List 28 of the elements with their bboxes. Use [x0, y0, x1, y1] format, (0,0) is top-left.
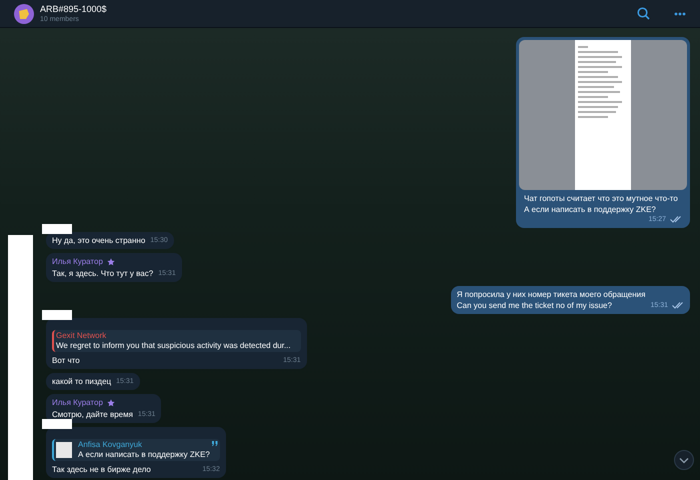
message-text: Вот что — [52, 355, 80, 366]
screenshot-image[interactable] — [519, 40, 687, 190]
message-text: Ну да, это очень странно — [52, 235, 146, 246]
scroll-down-icon[interactable] — [674, 450, 694, 470]
star-icon — [106, 258, 115, 266]
star-icon — [106, 399, 115, 407]
more-icon[interactable] — [674, 12, 686, 16]
group-avatar-icon[interactable] — [14, 4, 34, 24]
message-text: Can you send me the ticket no of my issue? — [456, 300, 613, 311]
sender-name: Илья Куратор — [52, 397, 103, 409]
reply-text: А если написать в поддержку ZKE? — [78, 450, 210, 460]
message-text: Чат гопоты считает что это мутное что-то — [524, 192, 679, 204]
message-text: Так здесь не в бирже дело — [52, 464, 151, 475]
sender-name: Илья Куратор — [52, 256, 103, 268]
reply-text: We regret to inform you that suspicious activity was detected dur... — [56, 341, 291, 351]
message-text: Так, я здесь. Что тут у вас? — [52, 268, 154, 279]
quote-icon — [212, 441, 218, 446]
reply-quote[interactable]: Anfisa Kovganyuk А если написать в поддержку ZKE? — [52, 439, 220, 461]
reply-author: Gexit Network — [56, 331, 108, 341]
reply-quote[interactable]: Gexit Network We regret to inform you that suspicious activity was detected dur... — [52, 330, 301, 352]
message-text: Смотрю, дайте время — [52, 409, 133, 420]
chat-title: ARB#895-1000$ — [40, 4, 107, 14]
message-text: Я попросила у них номер тикета моего обращения — [456, 289, 646, 300]
thumbnail-image — [56, 442, 72, 458]
reply-author: Anfisa Kovganyuk — [78, 440, 144, 450]
search-icon[interactable] — [637, 7, 650, 20]
message-text: А если написать в поддержку ZKE? — [524, 204, 657, 214]
message-text: какой то пиздец — [52, 376, 112, 387]
